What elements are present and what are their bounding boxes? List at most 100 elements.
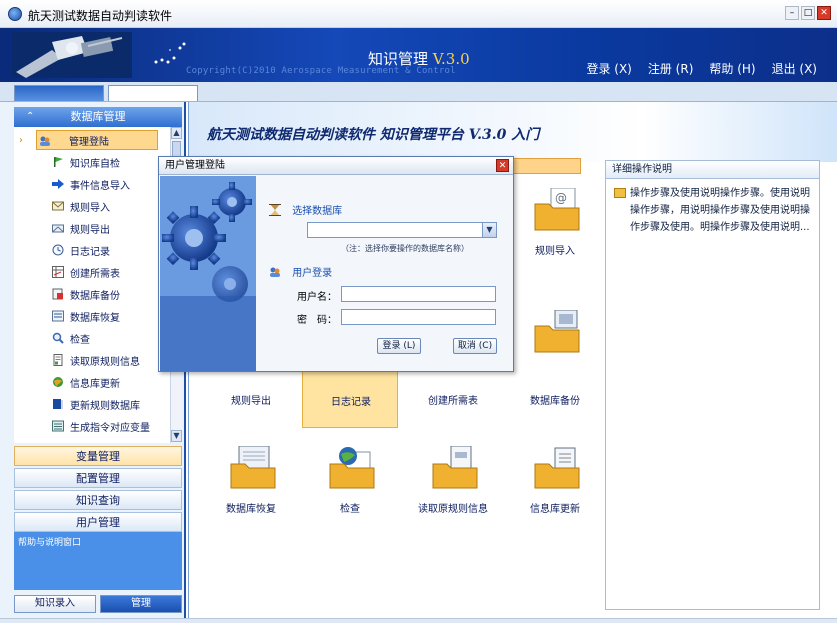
hourglass-icon: [269, 204, 281, 216]
window-titlebar: 航天测试数据自动判读软件 – □ ✕: [0, 0, 837, 28]
sidebar-item-rule-import[interactable]: 规则导入: [14, 196, 170, 216]
users-icon: [270, 267, 280, 277]
copyright-text: Copyright(C)2010 Aerospace Measurement &…: [186, 66, 456, 76]
tile-label: 规则导入: [535, 246, 575, 257]
tab-1[interactable]: [14, 85, 104, 101]
sidebar-item-check[interactable]: 检查: [14, 328, 170, 348]
sidebar-item-label: 信息库更新: [70, 378, 120, 390]
sidebar-item-read-rules[interactable]: 读取原规则信息: [14, 350, 170, 370]
tab-strip: [0, 82, 837, 102]
folder-restore-icon: [230, 446, 276, 489]
manage-button[interactable]: 管理: [100, 595, 182, 613]
section-config-mgmt[interactable]: 配置管理: [14, 468, 182, 488]
sidebar-item-label: 创建所需表: [70, 268, 120, 280]
cancel-button[interactable]: 取消 (C): [453, 338, 497, 354]
sidebar-item-create-tables[interactable]: 创建所需表: [14, 262, 170, 282]
maximize-button[interactable]: □: [801, 6, 815, 20]
book-icon: [53, 399, 63, 409]
help-window: 帮助与说明窗口: [14, 532, 182, 590]
mail-out-icon: [52, 224, 64, 233]
folder-document-icon: [432, 446, 478, 489]
sidebar-item-label: 读取原规则信息: [70, 356, 140, 368]
close-button[interactable]: ✕: [817, 6, 831, 20]
top-nav: 登录 (X) 注册 (R) 帮助 (H) 退出 (X): [586, 60, 817, 77]
folder-icon: [614, 188, 626, 198]
svg-text:@: @: [555, 191, 567, 205]
chevron-down-icon[interactable]: ▼: [482, 223, 496, 237]
restore-icon: [52, 310, 64, 322]
globe-icon: [53, 377, 63, 387]
scroll-up-arrow-icon[interactable]: ▲: [171, 127, 182, 139]
tile-read-rules[interactable]: 读取原规则信息: [405, 438, 501, 536]
list-icon: [52, 420, 64, 432]
sidebar-item-db-restore[interactable]: 数据库恢复: [14, 306, 170, 326]
username-input[interactable]: [341, 286, 496, 302]
select-db-section: 选择数据库: [269, 202, 342, 217]
sidebar-item-kb-check[interactable]: 知识库自检: [14, 152, 170, 172]
scroll-down-arrow-icon[interactable]: ▼: [171, 430, 182, 442]
sidebar-item-label: 数据库备份: [70, 290, 120, 302]
app-banner: 知识管理 V.3.0 Copyright(C)2010 Aerospace Me…: [0, 28, 837, 82]
detail-body: 操作步骤及使用说明操作步骤。使用说明操作步骤，用说明操作步骤及使用说明操作步骤及…: [606, 179, 819, 236]
dialog-close-icon[interactable]: ✕: [496, 159, 509, 172]
sidebar-item-label: 更新规则数据库: [70, 400, 140, 412]
sidebar-item-label: 日志记录: [70, 246, 110, 258]
magnifier-icon: [52, 332, 64, 344]
tile-db-backup[interactable]: 数据库备份: [507, 302, 603, 407]
tile-db-restore[interactable]: 数据库恢复: [203, 438, 299, 536]
knowledge-entry-button[interactable]: 知识录入: [14, 595, 96, 613]
detail-text: 操作步骤及使用说明操作步骤。使用说明操作步骤，用说明操作步骤及使用说明操作步骤及…: [630, 188, 810, 233]
sidebar-item-label: 生成指令对应变量: [70, 422, 150, 434]
sidebar-item-rule-export[interactable]: 规则导出: [14, 218, 170, 238]
sidebar-header[interactable]: ⌃ 数据库管理: [14, 107, 182, 127]
tile-label: 检查: [340, 504, 360, 515]
sidebar-item-update-rule-db[interactable]: 更新规则数据库: [14, 394, 170, 414]
sidebar-item-admin-login[interactable]: › 管理登陆: [19, 130, 158, 150]
sidebar-item-log[interactable]: 日志记录: [14, 240, 170, 260]
sidebar-item-event-import[interactable]: 事件信息导入: [14, 174, 170, 194]
main-banner: 航天测试数据自动判读软件 知识管理平台 V.3.0 入门: [189, 102, 837, 162]
folder-backup-icon: [534, 310, 580, 353]
exit-link[interactable]: 退出 (X): [772, 60, 817, 77]
sidebar-item-gen-vars[interactable]: 生成指令对应变量: [14, 416, 170, 436]
login-button[interactable]: 登录 (L): [377, 338, 421, 354]
chevron-right-icon: ›: [19, 135, 23, 146]
detail-panel: 详细操作说明 操作步骤及使用说明操作步骤。使用说明操作步骤，用说明操作步骤及使用…: [605, 160, 820, 610]
login-form: 选择数据库 ▼ （注：选择你要操作的数据库名称） 用户登录 用户名： 密 码： …: [269, 176, 513, 371]
section-user-mgmt[interactable]: 用户管理: [14, 512, 182, 532]
detail-title: 详细操作说明: [606, 161, 819, 179]
tile-label: 读取原规则信息: [418, 504, 488, 515]
tab-2[interactable]: [108, 85, 198, 101]
minimize-button[interactable]: –: [785, 6, 799, 20]
password-input[interactable]: [341, 309, 496, 325]
login-dialog: 用户管理登陆 ✕ 选择数据库 ▼ （注：选择你要操作的数据库名称） 用户登录 用…: [158, 156, 514, 372]
sidebar-item-label: 数据库恢复: [70, 312, 120, 324]
main-heading: 航天测试数据自动判读软件 知识管理平台 V.3.0 入门: [207, 127, 540, 143]
login-link[interactable]: 登录 (X): [586, 60, 631, 77]
tile-label: 日志记录: [331, 397, 371, 408]
database-select[interactable]: ▼: [307, 222, 497, 238]
window-controls: – □ ✕: [785, 6, 831, 20]
window-title: 航天测试数据自动判读软件: [28, 9, 173, 23]
folder-update-icon: [534, 447, 580, 489]
help-link[interactable]: 帮助 (H): [709, 60, 755, 77]
dialog-title: 用户管理登陆: [165, 160, 225, 171]
app-icon: [8, 7, 22, 21]
section-variable-mgmt[interactable]: 变量管理: [14, 446, 182, 466]
password-label: 密 码：: [297, 315, 337, 326]
sidebar-header-label: 数据库管理: [70, 110, 126, 123]
sidebar-item-label: 知识库自检: [70, 158, 120, 170]
sidebar-item-db-backup[interactable]: 数据库备份: [14, 284, 170, 304]
tile-info-update[interactable]: 信息库更新: [507, 438, 603, 536]
backup-icon: [52, 288, 63, 300]
section-knowledge-query[interactable]: 知识查询: [14, 490, 182, 510]
chevron-up-icon[interactable]: ⌃: [26, 107, 34, 127]
sidebar-item-info-update[interactable]: 信息库更新: [14, 372, 170, 392]
register-link[interactable]: 注册 (R): [648, 60, 694, 77]
table-icon: [52, 266, 64, 278]
user-login-section: 用户登录: [269, 264, 332, 279]
sidebar-item-label: 规则导入: [70, 202, 110, 214]
tile-rule-import[interactable]: @ 规则导入: [507, 180, 603, 278]
tile-label: 创建所需表: [428, 396, 478, 407]
tile-check[interactable]: 检查: [302, 438, 398, 536]
